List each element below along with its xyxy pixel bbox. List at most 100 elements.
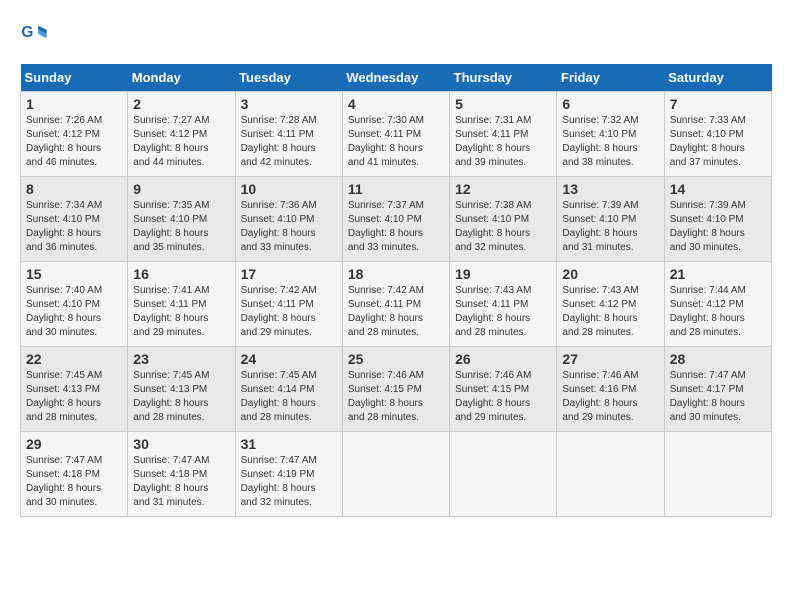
day-detail: Sunrise: 7:41 AMSunset: 4:11 PMDaylight:…: [133, 285, 209, 338]
calendar-table: SundayMondayTuesdayWednesdayThursdayFrid…: [20, 64, 772, 517]
day-number: 26: [455, 351, 551, 367]
day-cell: 5 Sunrise: 7:31 AMSunset: 4:11 PMDaylight…: [450, 92, 557, 177]
day-cell: 27Sunrise: 7:46 AMSunset: 4:16 PMDayligh…: [557, 347, 664, 432]
day-cell: 20Sunrise: 7:43 AMSunset: 4:12 PMDayligh…: [557, 262, 664, 347]
day-cell: 1Sunrise: 7:26 AMSunset: 4:12 PMDaylight…: [21, 92, 128, 177]
day-cell: 15Sunrise: 7:40 AMSunset: 4:10 PMDayligh…: [21, 262, 128, 347]
header-tuesday: Tuesday: [235, 64, 342, 92]
day-number: 21: [670, 266, 766, 282]
day-detail: Sunrise: 7:44 AMSunset: 4:12 PMDaylight:…: [670, 285, 746, 338]
day-cell: 8Sunrise: 7:34 AMSunset: 4:10 PMDaylight…: [21, 177, 128, 262]
day-detail: Sunrise: 7:43 AMSunset: 4:11 PMDaylight:…: [455, 285, 531, 338]
day-header-row: SundayMondayTuesdayWednesdayThursdayFrid…: [21, 64, 772, 92]
header-monday: Monday: [128, 64, 235, 92]
day-number: 11: [348, 181, 444, 197]
day-detail: Sunrise: 7:46 AMSunset: 4:15 PMDaylight:…: [455, 370, 531, 423]
page-header: G: [20, 20, 772, 48]
day-number: 17: [241, 266, 337, 282]
day-detail: Sunrise: 7:47 AMSunset: 4:18 PMDaylight:…: [26, 455, 102, 508]
day-number: 3: [241, 96, 337, 112]
day-cell: [557, 432, 664, 517]
day-number: 31: [241, 436, 337, 452]
day-number: 9: [133, 181, 229, 197]
day-detail: Sunrise: 7:45 AMSunset: 4:13 PMDaylight:…: [26, 370, 102, 423]
day-cell: 6 Sunrise: 7:32 AMSunset: 4:10 PMDaylight…: [557, 92, 664, 177]
day-detail: Sunrise: 7:37 AMSunset: 4:10 PMDaylight:…: [348, 200, 424, 253]
day-detail: Sunrise: 7:35 AMSunset: 4:10 PMDaylight:…: [133, 200, 209, 253]
day-detail: Sunrise: 7:46 AMSunset: 4:15 PMDaylight:…: [348, 370, 424, 423]
day-detail: Sunrise: 7:45 AMSunset: 4:13 PMDaylight:…: [133, 370, 209, 423]
day-cell: 29 Sunrise: 7:47 AMSunset: 4:18 PMDayligh…: [21, 432, 128, 517]
header-thursday: Thursday: [450, 64, 557, 92]
day-number: 6: [562, 96, 658, 112]
day-number: 14: [670, 181, 766, 197]
day-detail: Sunrise: 7:39 AMSunset: 4:10 PMDaylight:…: [562, 200, 638, 253]
day-detail: Sunrise: 7:38 AMSunset: 4:10 PMDaylight:…: [455, 200, 531, 253]
day-cell: 11 Sunrise: 7:37 AMSunset: 4:10 PMDayligh…: [342, 177, 449, 262]
day-number: 25: [348, 351, 444, 367]
day-detail: Sunrise: 7:46 AMSunset: 4:16 PMDaylight:…: [562, 370, 638, 423]
day-cell: 14Sunrise: 7:39 AMSunset: 4:10 PMDayligh…: [664, 177, 771, 262]
day-cell: [450, 432, 557, 517]
day-number: 19: [455, 266, 551, 282]
day-number: 28: [670, 351, 766, 367]
day-number: 13: [562, 181, 658, 197]
header-sunday: Sunday: [21, 64, 128, 92]
day-number: 24: [241, 351, 337, 367]
day-cell: 31Sunrise: 7:47 AMSunset: 4:19 PMDayligh…: [235, 432, 342, 517]
week-row-3: 15Sunrise: 7:40 AMSunset: 4:10 PMDayligh…: [21, 262, 772, 347]
day-cell: [664, 432, 771, 517]
week-row-4: 22 Sunrise: 7:45 AMSunset: 4:13 PMDayligh…: [21, 347, 772, 432]
day-number: 10: [241, 181, 337, 197]
day-cell: 16 Sunrise: 7:41 AMSunset: 4:11 PMDayligh…: [128, 262, 235, 347]
day-cell: 4Sunrise: 7:30 AMSunset: 4:11 PMDaylight…: [342, 92, 449, 177]
day-cell: 30 Sunrise: 7:47 AMSunset: 4:18 PMDayligh…: [128, 432, 235, 517]
week-row-5: 29 Sunrise: 7:47 AMSunset: 4:18 PMDayligh…: [21, 432, 772, 517]
day-detail: Sunrise: 7:36 AMSunset: 4:10 PMDaylight:…: [241, 200, 317, 253]
day-cell: 28 Sunrise: 7:47 AMSunset: 4:17 PMDayligh…: [664, 347, 771, 432]
day-cell: 18 Sunrise: 7:42 AMSunset: 4:11 PMDayligh…: [342, 262, 449, 347]
svg-text:G: G: [21, 24, 33, 41]
day-cell: [342, 432, 449, 517]
day-cell: 25 Sunrise: 7:46 AMSunset: 4:15 PMDayligh…: [342, 347, 449, 432]
header-friday: Friday: [557, 64, 664, 92]
day-detail: Sunrise: 7:33 AMSunset: 4:10 PMDaylight:…: [670, 115, 746, 168]
day-detail: Sunrise: 7:34 AMSunset: 4:10 PMDaylight:…: [26, 200, 102, 253]
day-number: 18: [348, 266, 444, 282]
day-number: 20: [562, 266, 658, 282]
day-cell: 3Sunrise: 7:28 AMSunset: 4:11 PMDaylight…: [235, 92, 342, 177]
day-detail: Sunrise: 7:32 AMSunset: 4:10 PMDaylight:…: [562, 115, 638, 168]
week-row-1: 1Sunrise: 7:26 AMSunset: 4:12 PMDaylight…: [21, 92, 772, 177]
day-detail: Sunrise: 7:26 AMSunset: 4:12 PMDaylight:…: [26, 115, 102, 168]
day-cell: 26 Sunrise: 7:46 AMSunset: 4:15 PMDayligh…: [450, 347, 557, 432]
day-number: 22: [26, 351, 122, 367]
day-number: 7: [670, 96, 766, 112]
logo-icon: G: [20, 20, 48, 48]
day-cell: 17 Sunrise: 7:42 AMSunset: 4:11 PMDayligh…: [235, 262, 342, 347]
week-row-2: 8Sunrise: 7:34 AMSunset: 4:10 PMDaylight…: [21, 177, 772, 262]
day-number: 5: [455, 96, 551, 112]
day-number: 23: [133, 351, 229, 367]
day-cell: 10 Sunrise: 7:36 AMSunset: 4:10 PMDayligh…: [235, 177, 342, 262]
day-number: 29: [26, 436, 122, 452]
day-number: 12: [455, 181, 551, 197]
logo: G: [20, 20, 52, 48]
day-number: 16: [133, 266, 229, 282]
header-saturday: Saturday: [664, 64, 771, 92]
day-detail: Sunrise: 7:42 AMSunset: 4:11 PMDaylight:…: [348, 285, 424, 338]
day-cell: 9 Sunrise: 7:35 AMSunset: 4:10 PMDaylight…: [128, 177, 235, 262]
day-cell: 21 Sunrise: 7:44 AMSunset: 4:12 PMDayligh…: [664, 262, 771, 347]
day-detail: Sunrise: 7:47 AMSunset: 4:17 PMDaylight:…: [670, 370, 746, 423]
day-detail: Sunrise: 7:45 AMSunset: 4:14 PMDaylight:…: [241, 370, 317, 423]
day-cell: 2Sunrise: 7:27 AMSunset: 4:12 PMDaylight…: [128, 92, 235, 177]
day-detail: Sunrise: 7:47 AMSunset: 4:18 PMDaylight:…: [133, 455, 209, 508]
day-detail: Sunrise: 7:31 AMSunset: 4:11 PMDaylight:…: [455, 115, 531, 168]
day-cell: 19 Sunrise: 7:43 AMSunset: 4:11 PMDayligh…: [450, 262, 557, 347]
day-detail: Sunrise: 7:42 AMSunset: 4:11 PMDaylight:…: [241, 285, 317, 338]
header-wednesday: Wednesday: [342, 64, 449, 92]
day-cell: 7 Sunrise: 7:33 AMSunset: 4:10 PMDaylight…: [664, 92, 771, 177]
day-detail: Sunrise: 7:27 AMSunset: 4:12 PMDaylight:…: [133, 115, 209, 168]
day-cell: 13 Sunrise: 7:39 AMSunset: 4:10 PMDayligh…: [557, 177, 664, 262]
day-detail: Sunrise: 7:40 AMSunset: 4:10 PMDaylight:…: [26, 285, 102, 338]
day-number: 30: [133, 436, 229, 452]
